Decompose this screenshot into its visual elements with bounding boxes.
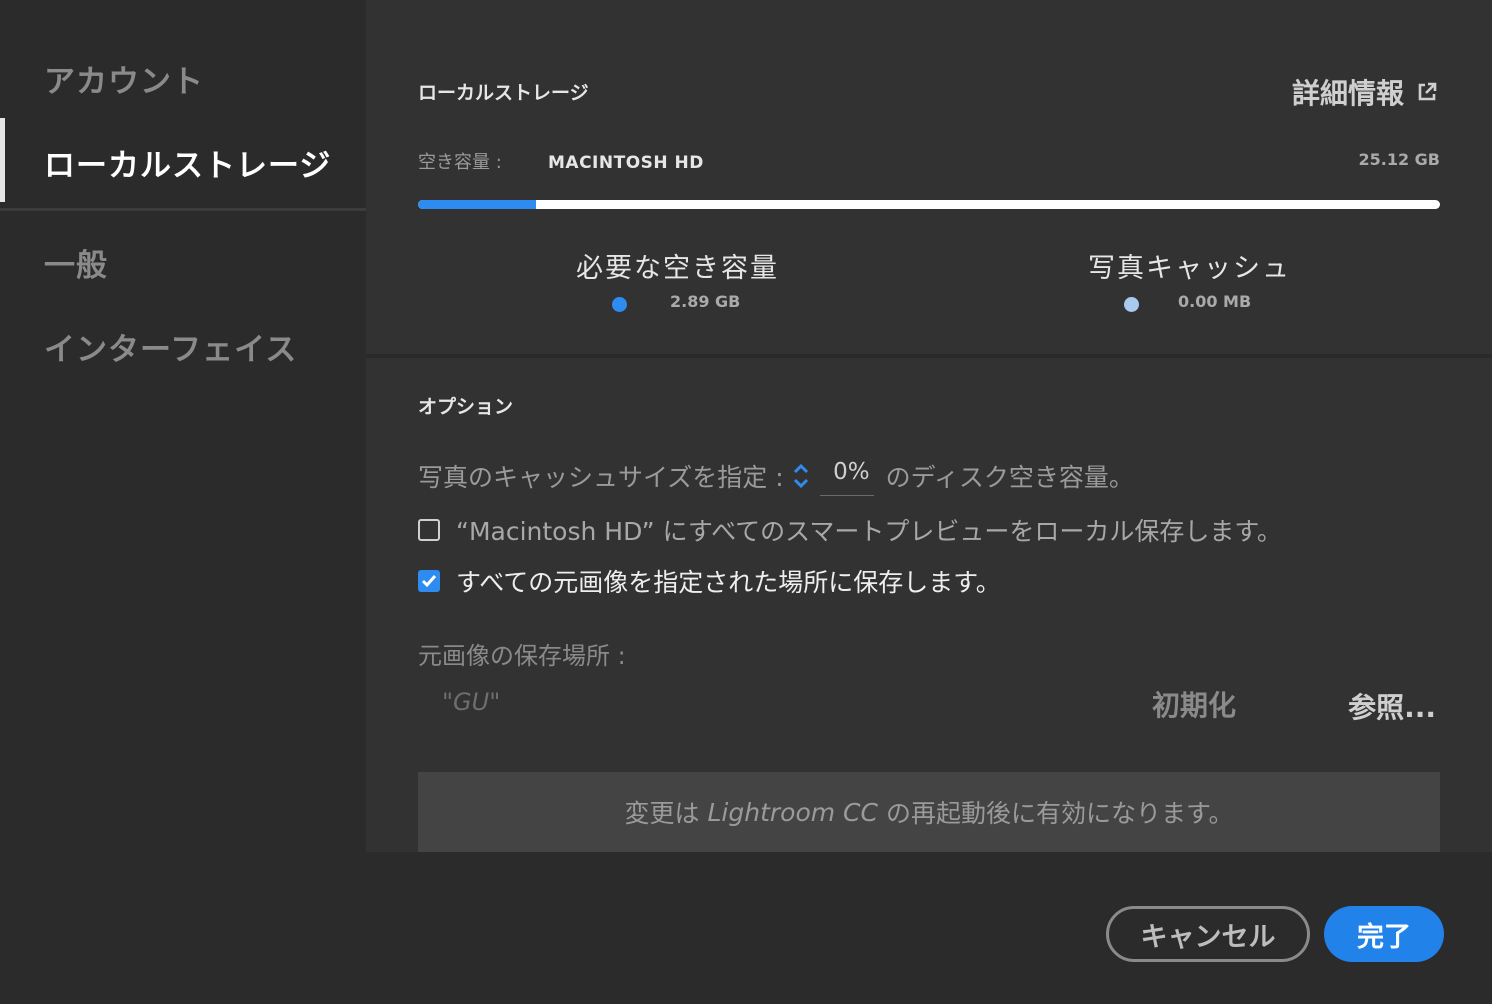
smart-preview-row: “Macintosh HD” にすべてのスマートプレビューをローカル保存します。 bbox=[418, 512, 1282, 548]
store-originals-label: すべての元画像を指定された場所に保存します。 bbox=[456, 568, 1001, 597]
browse-button[interactable]: 参照... bbox=[1348, 686, 1436, 726]
store-originals-row: すべての元画像を指定された場所に保存します。 bbox=[418, 563, 1001, 599]
sidebar: アカウント ローカルストレージ 一般 インターフェイス bbox=[0, 0, 366, 1004]
store-originals-checkbox[interactable] bbox=[418, 570, 440, 592]
cache-size-stepper[interactable] bbox=[790, 461, 812, 491]
originals-location-label: 元画像の保存場所 : bbox=[418, 642, 626, 670]
details-link[interactable]: 詳細情報 bbox=[1292, 72, 1438, 112]
storage-usage-bar bbox=[418, 200, 1440, 209]
disk-name: MACINTOSH HD bbox=[548, 153, 704, 173]
legend-required-dot bbox=[612, 297, 627, 312]
legend-cache-title: 写真キャッシュ bbox=[1088, 253, 1291, 284]
restart-notice: 変更は Lightroom CC の再起動後に有効になります。 bbox=[418, 772, 1440, 852]
disk-free-size: 25.12 GB bbox=[1358, 150, 1440, 169]
sidebar-item-general[interactable]: 一般 bbox=[44, 240, 108, 285]
sidebar-item-local-storage[interactable]: ローカルストレージ bbox=[44, 140, 331, 185]
storage-usage-fill bbox=[418, 200, 536, 209]
checkmark-icon bbox=[421, 575, 437, 588]
main-panel: ローカルストレージ 詳細情報 空き容量 : MACINTOSH HD 25.12… bbox=[366, 0, 1492, 852]
external-link-icon bbox=[1418, 82, 1437, 101]
cancel-button[interactable]: キャンセル bbox=[1106, 906, 1310, 962]
free-space-label: 空き容量 : bbox=[418, 152, 502, 173]
cache-size-row: 写真のキャッシュサイズを指定 : 0% のディスク空き容量。 bbox=[418, 456, 1134, 496]
smart-preview-checkbox[interactable] bbox=[418, 519, 440, 541]
notice-app-name: Lightroom CC bbox=[707, 797, 878, 827]
details-link-label: 詳細情報 bbox=[1291, 77, 1404, 110]
cache-size-prefix: 写真のキャッシュサイズを指定 : bbox=[418, 463, 784, 492]
legend-required-title: 必要な空き容量 bbox=[576, 253, 779, 284]
sidebar-divider bbox=[0, 208, 366, 211]
sidebar-item-interface[interactable]: インターフェイス bbox=[44, 324, 297, 369]
legend-required-value: 2.89 GB bbox=[670, 292, 741, 311]
done-button[interactable]: 完了 bbox=[1324, 906, 1444, 962]
notice-prefix: 変更は bbox=[624, 799, 700, 828]
options-section-title: オプション bbox=[418, 396, 514, 418]
sidebar-item-account[interactable]: アカウント bbox=[44, 56, 204, 101]
cache-size-suffix: のディスク空き容量。 bbox=[885, 463, 1134, 492]
notice-suffix: の再起動後に有効になります。 bbox=[885, 799, 1234, 828]
section-divider bbox=[366, 354, 1492, 358]
storage-section-title: ローカルストレージ bbox=[418, 82, 589, 104]
legend-cache-value: 0.00 MB bbox=[1178, 292, 1252, 311]
active-indicator bbox=[0, 118, 5, 202]
smart-preview-label: “Macintosh HD” にすべてのスマートプレビューをローカル保存します。 bbox=[456, 517, 1282, 546]
cache-size-input[interactable]: 0% bbox=[819, 456, 874, 496]
originals-location-path: "GU" bbox=[442, 688, 501, 716]
reset-button[interactable]: 初期化 bbox=[1152, 684, 1236, 724]
legend-cache-dot bbox=[1124, 297, 1139, 312]
